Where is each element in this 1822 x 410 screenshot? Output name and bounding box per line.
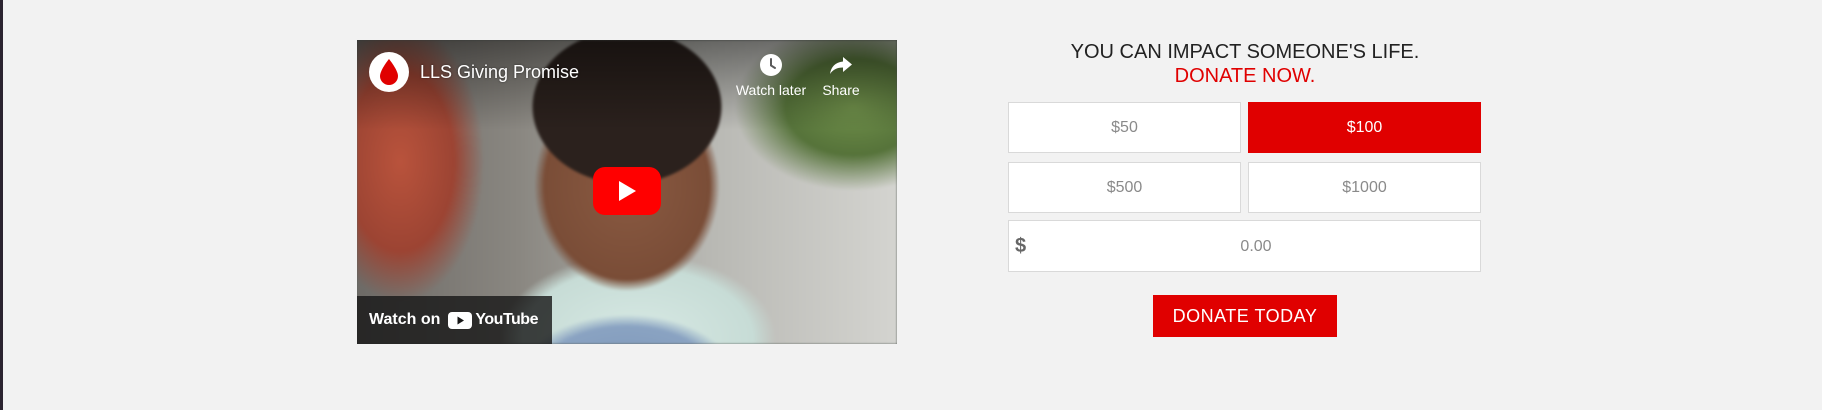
watch-later-label: Watch later [735, 82, 807, 98]
watch-on-youtube-link[interactable]: Watch on YouTube [357, 296, 552, 344]
share-arrow-icon [801, 52, 881, 80]
share-button[interactable]: Share [801, 52, 881, 98]
video-embed[interactable]: LLS Giving Promise Watch later Share Wat… [357, 40, 897, 344]
amount-option-50[interactable]: $50 [1008, 102, 1241, 153]
play-icon [619, 181, 636, 201]
youtube-wordmark: YouTube [475, 311, 538, 328]
custom-amount-field[interactable]: $ [1008, 220, 1481, 273]
amount-option-1000[interactable]: $1000 [1248, 162, 1481, 213]
window-edge [0, 0, 3, 410]
play-button[interactable] [593, 167, 661, 215]
video-title[interactable]: LLS Giving Promise [420, 62, 579, 83]
amount-option-500[interactable]: $500 [1008, 162, 1241, 213]
watch-on-label: Watch on [369, 311, 441, 328]
donate-headline: YOU CAN IMPACT SOMEONE'S LIFE. DONATE NO… [1008, 40, 1482, 88]
channel-avatar[interactable] [369, 52, 409, 92]
headline-text: YOU CAN IMPACT SOMEONE'S LIFE. [1070, 41, 1420, 63]
currency-symbol: $ [1015, 235, 1027, 257]
donate-now-text: DONATE NOW. [1174, 65, 1316, 87]
amount-option-100[interactable]: $100 [1248, 102, 1481, 153]
youtube-logo-icon [448, 311, 473, 329]
donate-today-button[interactable]: DONATE TODAY [1153, 295, 1337, 337]
blood-drop-icon [380, 59, 398, 85]
watch-later-button[interactable]: Watch later [731, 52, 811, 98]
clock-icon [731, 52, 811, 80]
custom-amount-input[interactable] [1039, 221, 1473, 273]
youtube-logo: YouTube [448, 311, 538, 329]
share-label: Share [822, 82, 860, 98]
